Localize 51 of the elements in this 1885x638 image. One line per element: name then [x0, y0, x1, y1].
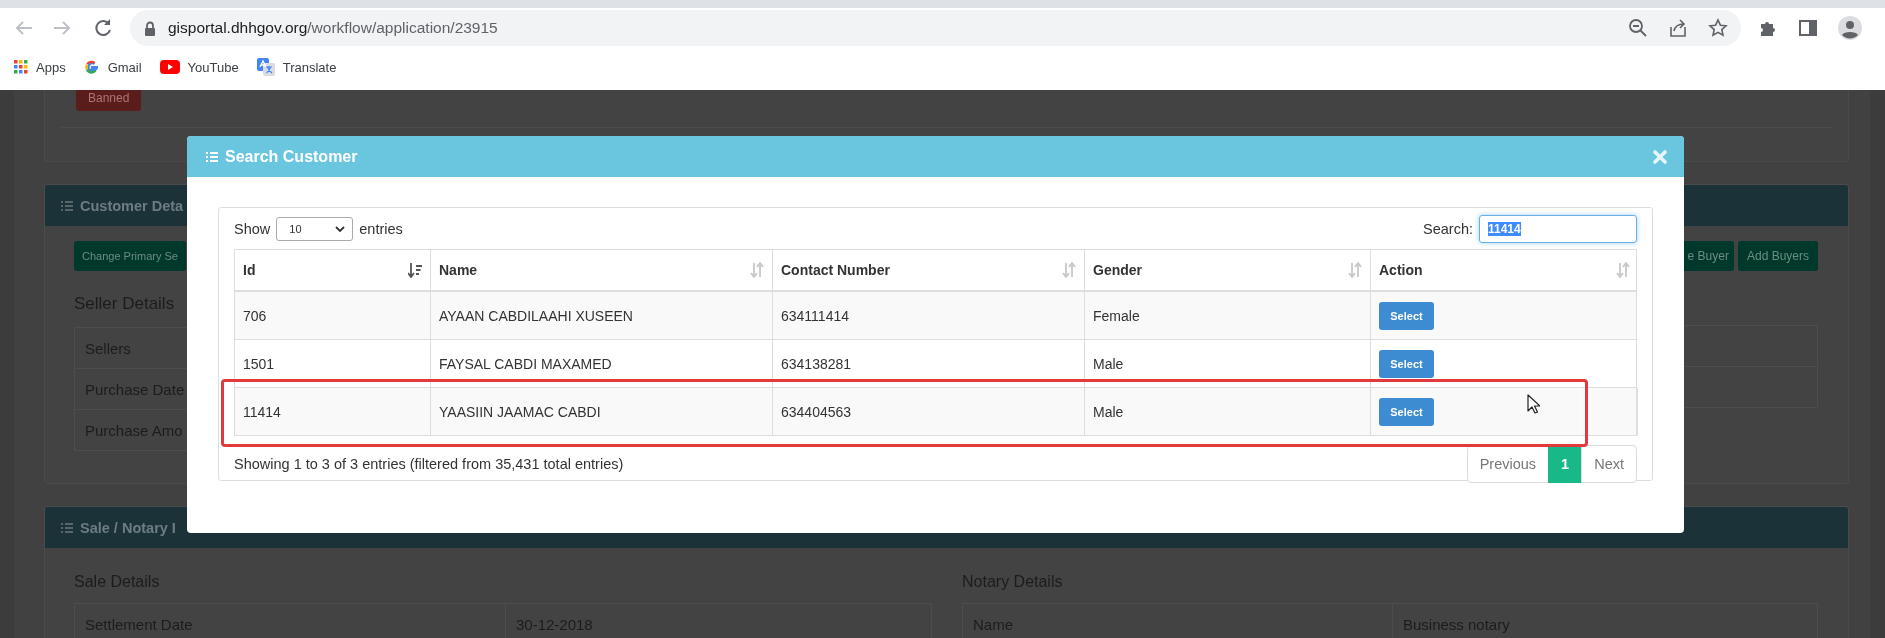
bookmark-link[interactable]: Apps [14, 59, 66, 75]
translate-icon [256, 58, 275, 76]
table-cell: 634404563 [773, 388, 1085, 435]
column-header[interactable]: Action [1371, 250, 1638, 290]
table-info: Showing 1 to 3 of 3 entries (filtered from 35,431 total entries) [234, 456, 624, 472]
select-button[interactable]: Select [1379, 301, 1434, 330]
panel-title: Sale / Notary I [80, 519, 176, 536]
list-icon [206, 150, 218, 163]
list-icon [61, 199, 73, 212]
table-cell: 706 [235, 292, 431, 339]
address-bar[interactable]: gisportal.dhhgov.org/workflow/application/23915 [130, 10, 1741, 46]
avatar-icon[interactable] [1838, 16, 1862, 40]
list-icon [61, 521, 73, 534]
url-text: gisportal.dhhgov.org/workflow/application/23915 [168, 19, 498, 37]
column-header[interactable]: Id [235, 250, 431, 290]
select-button[interactable]: Select [1379, 349, 1434, 378]
bookmark-link[interactable]: Translate [256, 58, 337, 76]
table-cell: Female [1085, 292, 1371, 339]
column-header[interactable]: Gender [1085, 250, 1371, 290]
reload-icon[interactable] [92, 17, 114, 39]
dialog-title: Search Customer [206, 147, 358, 166]
buyer-button[interactable]: Add Buyers [1737, 241, 1818, 271]
column-header[interactable]: Contact Number [773, 250, 1085, 290]
google-icon [83, 59, 100, 75]
panel-title: Customer Deta [80, 197, 184, 214]
close-icon [1653, 149, 1667, 164]
pagination-button[interactable]: Previous [1466, 445, 1550, 483]
share-icon[interactable] [1668, 18, 1688, 38]
side-panel-icon[interactable] [1798, 18, 1818, 38]
chevron-down-icon [335, 225, 346, 233]
star-icon[interactable] [1708, 18, 1728, 38]
page-length-select[interactable]: 10 [276, 217, 354, 241]
bookmark-link[interactable]: YouTube [159, 59, 239, 75]
table-cell: YAASIIN JAAMAC CABDI [431, 388, 773, 435]
entries-label: entries [359, 221, 403, 237]
change-seller-button[interactable]: Change Primary Se [74, 241, 186, 271]
show-label: Show [234, 221, 271, 237]
search-label: Search: [1423, 221, 1473, 237]
table-cell: 11414 [235, 388, 431, 435]
pagination-button[interactable]: Next [1581, 445, 1637, 483]
video-play-icon [159, 60, 180, 74]
column-header[interactable]: Name [431, 250, 773, 290]
lock-icon [144, 20, 156, 36]
table-cell: 634111414 [773, 292, 1085, 339]
zoom-out-icon[interactable] [1628, 18, 1648, 38]
bookmark-link[interactable]: Gmail [83, 59, 142, 75]
cursor-icon [1527, 394, 1540, 414]
select-button[interactable]: Select [1379, 397, 1434, 426]
apps-grid-icon [14, 60, 28, 74]
table-cell: Male [1085, 388, 1371, 435]
table-cell: AYAAN CABDILAAHI XUSEEN [431, 292, 773, 339]
